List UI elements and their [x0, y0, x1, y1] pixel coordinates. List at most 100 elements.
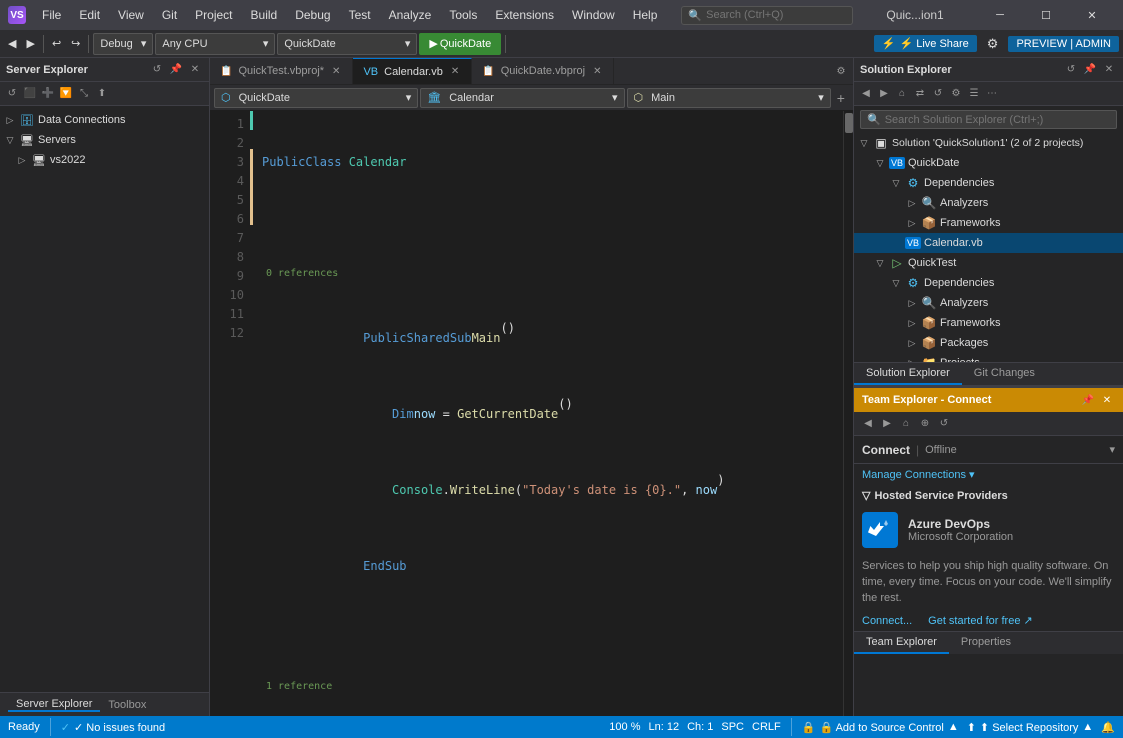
expand-all-button[interactable]: ⤡: [76, 86, 92, 102]
settings-icon[interactable]: ⚙: [948, 86, 964, 102]
add-button[interactable]: ➕: [40, 86, 56, 102]
get-started-link[interactable]: Get started for free ↗: [928, 614, 1033, 627]
namespace-dropdown[interactable]: ⬡ QuickDate ▾: [214, 88, 418, 108]
close-icon[interactable]: ✕: [187, 62, 203, 78]
se-item-dependencies-2[interactable]: ▽ ⚙ Dependencies: [854, 273, 1123, 293]
menu-git[interactable]: Git: [154, 5, 185, 25]
se-item-quicktest[interactable]: ▽ ▷ QuickTest: [854, 253, 1123, 273]
solution-explorer-search[interactable]: 🔍: [860, 110, 1117, 129]
tab-calendar-vb[interactable]: VB Calendar.vb ✕: [353, 58, 472, 84]
tab-team-explorer[interactable]: Team Explorer: [854, 632, 949, 654]
se-item-frameworks-2[interactable]: ▷ 📦 Frameworks: [854, 313, 1123, 333]
se-search-input[interactable]: [885, 114, 1110, 126]
undo-button[interactable]: ↩: [48, 33, 65, 55]
maximize-button[interactable]: ☐: [1023, 0, 1069, 30]
tab-close-icon[interactable]: ✕: [591, 65, 603, 78]
menu-tools[interactable]: Tools: [441, 5, 485, 25]
back-button[interactable]: ◀: [4, 33, 20, 55]
connect-link[interactable]: Connect...: [862, 614, 912, 627]
se-item-analyzers-1[interactable]: ▷ 🔍 Analyzers: [854, 193, 1123, 213]
refresh-icon[interactable]: ↺: [149, 62, 165, 78]
refresh-icon[interactable]: ↺: [936, 416, 952, 432]
dropdown-arrow-icon[interactable]: ▾: [1109, 443, 1115, 456]
close-button[interactable]: ✕: [1069, 0, 1115, 30]
project-dropdown[interactable]: QuickDate ▾: [277, 33, 417, 55]
menu-window[interactable]: Window: [564, 5, 623, 25]
menu-analyze[interactable]: Analyze: [381, 5, 440, 25]
pin-icon[interactable]: 📌: [1082, 62, 1098, 78]
menu-test[interactable]: Test: [341, 5, 379, 25]
add-member-button[interactable]: +: [833, 87, 849, 109]
preview-admin-button[interactable]: PREVIEW | ADMIN: [1008, 36, 1119, 52]
tab-properties[interactable]: Properties: [949, 632, 1023, 654]
platform-dropdown[interactable]: Any CPU ▾: [155, 33, 275, 55]
close-icon[interactable]: ✕: [1101, 62, 1117, 78]
no-issues-indicator[interactable]: ✓ ✓ No issues found: [61, 721, 165, 734]
tab-quicktest-vbproj[interactable]: 📋 QuickTest.vbproj* ✕: [210, 58, 353, 84]
zoom-level[interactable]: 100 %: [609, 721, 640, 733]
notifications-bell[interactable]: 🔔: [1101, 721, 1115, 734]
se-item-packages[interactable]: ▷ 📦 Packages: [854, 333, 1123, 353]
tab-quickdate-vbproj[interactable]: 📋 QuickDate.vbproj ✕: [472, 58, 614, 84]
forward-button[interactable]: ▶: [22, 33, 38, 55]
close-icon[interactable]: ✕: [1099, 392, 1115, 408]
line-endings[interactable]: CRLF: [752, 721, 781, 733]
refresh-icon[interactable]: ↺: [930, 86, 946, 102]
back-icon[interactable]: ◀: [858, 86, 874, 102]
debug-config-dropdown[interactable]: Debug ▾: [93, 33, 153, 55]
class-dropdown[interactable]: 🏛 Calendar ▾: [420, 88, 624, 108]
filter-button[interactable]: 🔽: [58, 86, 74, 102]
minimize-button[interactable]: ─: [977, 0, 1023, 30]
stop-button[interactable]: ⬛: [22, 86, 38, 102]
server-explorer-tab[interactable]: Server Explorer: [8, 698, 100, 712]
se-item-dependencies-1[interactable]: ▽ ⚙ Dependencies: [854, 173, 1123, 193]
menu-project[interactable]: Project: [187, 5, 240, 25]
select-repository-button[interactable]: ⬆ ⬆ Select Repository ▲: [967, 721, 1094, 734]
se-item-projects[interactable]: ▷ 📁 Projects: [854, 353, 1123, 362]
tree-item-vs2022[interactable]: ▷ 🖥 vs2022: [12, 150, 209, 170]
live-share-button[interactable]: ⚡ ⚡ Live Share: [874, 35, 977, 52]
method-dropdown[interactable]: ⬡ Main ▾: [627, 88, 831, 108]
more-icon[interactable]: ⋯: [984, 86, 1000, 102]
menu-file[interactable]: File: [34, 5, 69, 25]
sync-icon[interactable]: ⇄: [912, 86, 928, 102]
tab-git-changes[interactable]: Git Changes: [962, 363, 1047, 385]
collapse-button[interactable]: ⬆: [94, 86, 110, 102]
pin-icon[interactable]: 📌: [1080, 392, 1096, 408]
home-icon[interactable]: ⌂: [898, 416, 914, 432]
tab-solution-explorer[interactable]: Solution Explorer: [854, 363, 962, 385]
title-search-input[interactable]: [706, 9, 846, 21]
refresh-button[interactable]: ↺: [4, 86, 20, 102]
title-search-box[interactable]: 🔍: [681, 6, 853, 25]
menu-extensions[interactable]: Extensions: [487, 5, 562, 25]
tree-item-servers[interactable]: ▽ 🖥 Servers: [0, 130, 209, 150]
redo-button[interactable]: ↪: [67, 33, 84, 55]
se-item-analyzers-2[interactable]: ▷ 🔍 Analyzers: [854, 293, 1123, 313]
forward-icon[interactable]: ▶: [879, 416, 895, 432]
run-button[interactable]: ▶ QuickDate: [419, 33, 501, 55]
tree-item-data-connections[interactable]: ▷ 🗄 Data Connections: [0, 110, 209, 130]
settings-button[interactable]: ⚙: [983, 33, 1003, 55]
menu-edit[interactable]: Edit: [71, 5, 108, 25]
code-editor[interactable]: 12345 678910 1112 Public Clas: [210, 111, 853, 716]
settings-icon[interactable]: ⚙: [833, 63, 849, 79]
se-item-solution[interactable]: ▽ ▣ Solution 'QuickSolution1' (2 of 2 pr…: [854, 133, 1123, 153]
forward-icon[interactable]: ▶: [876, 86, 892, 102]
menu-debug[interactable]: Debug: [287, 5, 338, 25]
home-icon[interactable]: ⌂: [894, 86, 910, 102]
menu-help[interactable]: Help: [625, 5, 666, 25]
manage-connections-button[interactable]: Manage Connections ▾: [854, 464, 1123, 485]
menu-build[interactable]: Build: [243, 5, 286, 25]
tab-close-icon[interactable]: ✕: [449, 65, 461, 78]
add-to-source-control-button[interactable]: 🔒 🔒 Add to Source Control ▲: [802, 721, 959, 734]
filter-icon[interactable]: ☰: [966, 86, 982, 102]
se-item-frameworks-1[interactable]: ▷ 📦 Frameworks: [854, 213, 1123, 233]
code-text[interactable]: Public Class Calendar 0 references Publi…: [254, 111, 843, 716]
tab-close-icon[interactable]: ✕: [330, 65, 342, 78]
pin-icon[interactable]: 📌: [168, 62, 184, 78]
refresh-icon[interactable]: ↺: [1063, 62, 1079, 78]
se-item-quickdate[interactable]: ▽ VB QuickDate: [854, 153, 1123, 173]
toolbox-tab[interactable]: Toolbox: [100, 699, 154, 711]
se-item-calendar-vb[interactable]: VB Calendar.vb: [854, 233, 1123, 253]
menu-view[interactable]: View: [110, 5, 152, 25]
